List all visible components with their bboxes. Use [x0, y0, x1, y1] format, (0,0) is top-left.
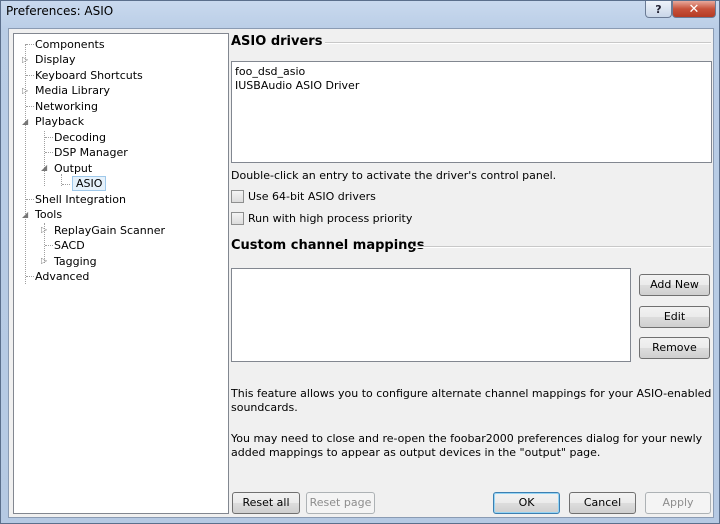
tree-item-components[interactable]: Components	[35, 37, 105, 52]
tree-line	[26, 106, 34, 107]
collapse-arrow-icon[interactable]: ◢	[22, 211, 30, 219]
title-bar[interactable]: Preferences: ASIO ? ✕	[1, 1, 720, 23]
tree-line	[26, 276, 34, 277]
preferences-window: Preferences: ASIO ? ✕ Components ▷ Displ…	[0, 0, 720, 524]
asio-preferences-page: ASIO drivers foo_dsd_asio IUSBAudio ASIO…	[231, 29, 715, 494]
tree-item-replaygain-scanner[interactable]: ReplayGain Scanner	[54, 223, 165, 238]
tree-line	[62, 184, 70, 185]
help-button[interactable]: ?	[645, 1, 672, 18]
section-divider	[325, 42, 711, 44]
window-title: Preferences: ASIO	[6, 4, 114, 18]
tree-item-advanced[interactable]: Advanced	[35, 269, 89, 284]
asio-driver-list[interactable]: foo_dsd_asio IUSBAudio ASIO Driver	[231, 61, 712, 163]
close-icon: ✕	[688, 1, 700, 17]
tree-item-playback[interactable]: Playback	[35, 114, 84, 129]
tree-line	[45, 152, 53, 153]
tree-line	[26, 75, 34, 76]
collapse-arrow-icon[interactable]: ◢	[22, 118, 30, 126]
tree-item-shell-integration[interactable]: Shell Integration	[35, 192, 126, 207]
help-icon: ?	[655, 2, 662, 16]
custom-mappings-heading: Custom channel mappings	[231, 238, 425, 253]
expand-arrow-icon[interactable]: ▷	[22, 87, 30, 95]
mappings-description-line1: This feature allows you to configure alt…	[231, 387, 712, 400]
high-priority-label: Run with high process priority	[248, 212, 413, 225]
tree-item-sacd[interactable]: SACD	[54, 238, 85, 253]
mappings-description-line2: soundcards.	[231, 401, 298, 414]
tree-line	[45, 137, 53, 138]
remove-button[interactable]: Remove	[639, 337, 710, 359]
tree-line	[44, 131, 45, 186]
tree-item-media-library[interactable]: Media Library	[35, 83, 110, 98]
cancel-button[interactable]: Cancel	[569, 492, 636, 514]
add-new-button[interactable]: Add New	[639, 274, 710, 296]
collapse-arrow-icon[interactable]: ◢	[41, 164, 49, 172]
use-64bit-label: Use 64-bit ASIO drivers	[248, 190, 376, 203]
use-64bit-checkbox-row[interactable]: Use 64-bit ASIO drivers	[231, 190, 376, 203]
tree-item-decoding[interactable]: Decoding	[54, 130, 106, 145]
dialog-client-area: Components ▷ Display Keyboard Shortcuts …	[8, 28, 714, 518]
tree-item-display[interactable]: Display	[35, 52, 76, 67]
tree-item-keyboard-shortcuts[interactable]: Keyboard Shortcuts	[35, 68, 143, 83]
driver-entry[interactable]: IUSBAudio ASIO Driver	[235, 79, 359, 92]
tree-item-asio[interactable]: ASIO	[72, 176, 107, 191]
tree-line	[25, 44, 26, 284]
expand-arrow-icon[interactable]: ▷	[41, 226, 49, 234]
high-priority-checkbox-row[interactable]: Run with high process priority	[231, 212, 412, 225]
reset-page-button[interactable]: Reset page	[306, 492, 375, 514]
tree-line	[26, 199, 34, 200]
tree-item-output[interactable]: Output	[54, 161, 92, 176]
expand-arrow-icon[interactable]: ▷	[41, 257, 49, 265]
reopen-note-line2: added mappings to appear as output devic…	[231, 446, 601, 459]
tree-item-networking[interactable]: Networking	[35, 99, 98, 114]
use-64bit-checkbox[interactable]	[231, 190, 244, 203]
apply-button[interactable]: Apply	[645, 492, 711, 514]
reopen-note-line1: You may need to close and re-open the fo…	[231, 432, 703, 445]
channel-mappings-list[interactable]	[231, 268, 631, 362]
edit-button[interactable]: Edit	[639, 306, 710, 328]
asio-drivers-heading: ASIO drivers	[231, 34, 323, 49]
driver-hint-text: Double-click an entry to activate the dr…	[231, 169, 557, 182]
tree-item-dsp-manager[interactable]: DSP Manager	[54, 145, 128, 160]
ok-button[interactable]: OK	[493, 492, 560, 514]
tree-line	[26, 44, 34, 45]
section-divider	[413, 246, 711, 248]
tree-item-tagging[interactable]: Tagging	[54, 254, 97, 269]
driver-entry[interactable]: foo_dsd_asio	[235, 65, 305, 78]
preferences-tree[interactable]: Components ▷ Display Keyboard Shortcuts …	[13, 33, 229, 514]
high-priority-checkbox[interactable]	[231, 212, 244, 225]
tree-item-tools[interactable]: Tools	[35, 207, 62, 222]
close-button[interactable]: ✕	[672, 1, 716, 18]
reset-all-button[interactable]: Reset all	[232, 492, 300, 514]
expand-arrow-icon[interactable]: ▷	[22, 56, 30, 64]
tree-line	[45, 245, 53, 246]
